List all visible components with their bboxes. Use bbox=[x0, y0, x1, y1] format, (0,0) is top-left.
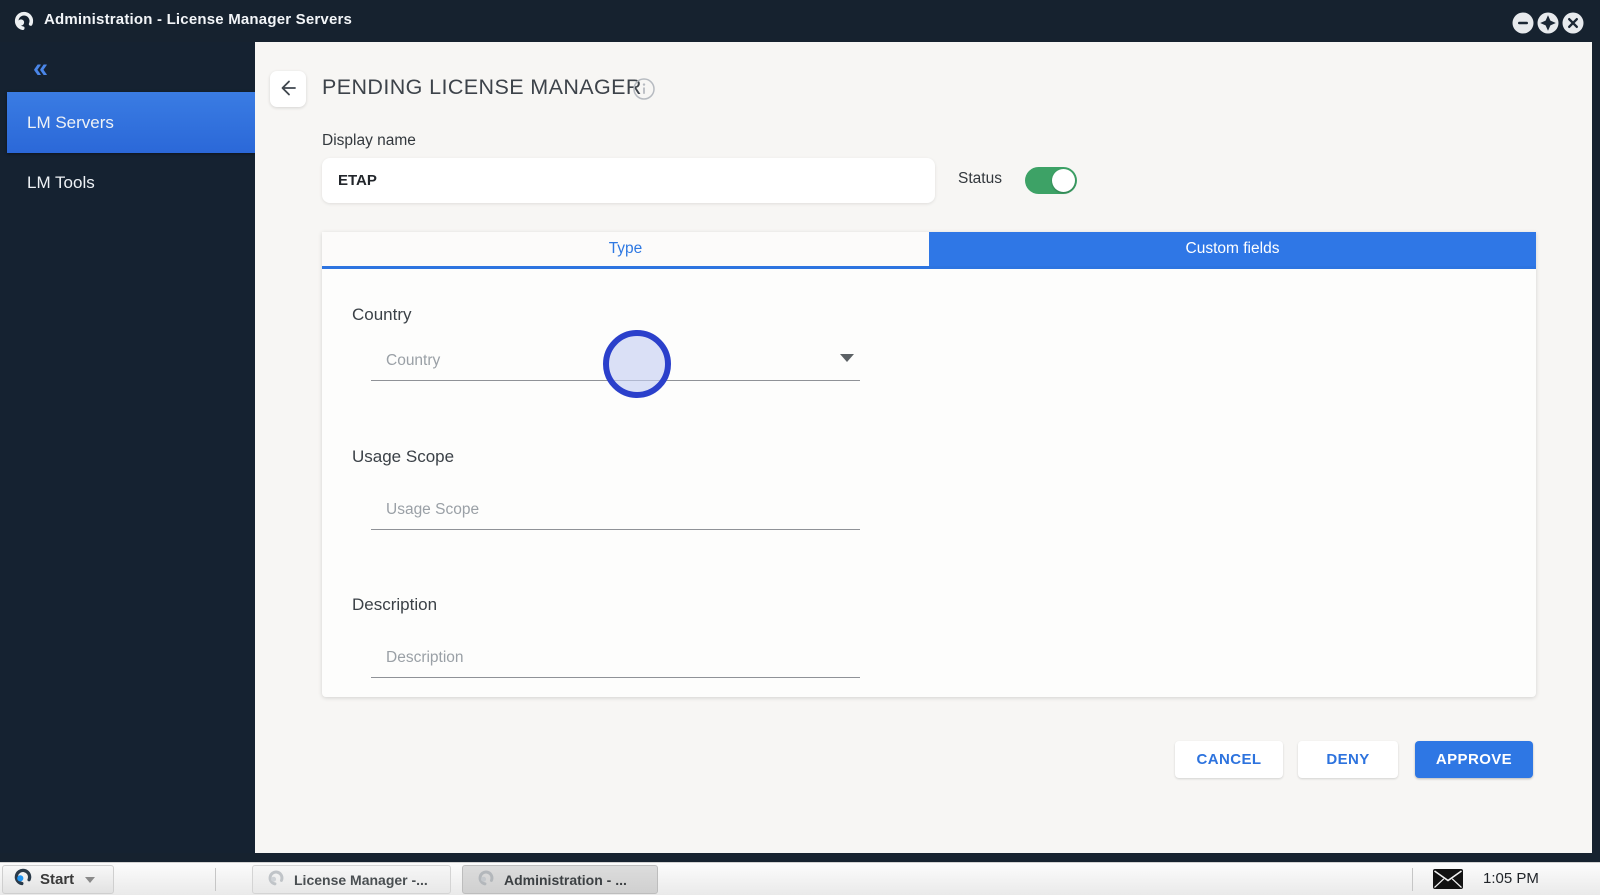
back-button[interactable] bbox=[270, 71, 306, 107]
start-caret-icon bbox=[85, 876, 96, 883]
cancel-button[interactable]: CANCEL bbox=[1175, 741, 1283, 778]
app-logo-icon bbox=[267, 869, 285, 890]
titlebar: Administration - License Manager Servers bbox=[0, 0, 1600, 42]
display-name-label: Display name bbox=[322, 132, 416, 149]
taskbar-separator bbox=[215, 868, 216, 891]
taskbar-app-administration[interactable]: Administration - ... bbox=[462, 865, 658, 894]
app-logo-icon bbox=[477, 869, 495, 890]
display-name-input[interactable] bbox=[322, 158, 935, 203]
app-logo-icon bbox=[13, 10, 35, 32]
description-input[interactable] bbox=[371, 648, 860, 678]
tab-custom-fields[interactable]: Custom fields bbox=[929, 232, 1536, 266]
maximize-button[interactable] bbox=[1537, 12, 1559, 34]
start-logo-icon bbox=[13, 867, 33, 892]
usage-scope-input[interactable] bbox=[371, 500, 860, 530]
back-arrow-icon bbox=[277, 77, 299, 102]
taskbar-separator bbox=[1412, 868, 1413, 891]
minimize-button[interactable] bbox=[1512, 12, 1534, 34]
start-label: Start bbox=[40, 871, 75, 888]
taskbar-clock: 1:05 PM bbox=[1483, 870, 1539, 887]
chevron-down-icon[interactable] bbox=[840, 354, 854, 362]
deny-button[interactable]: DENY bbox=[1298, 741, 1398, 778]
taskbar-app-label: Administration - ... bbox=[504, 871, 627, 888]
sidebar-item-label: LM Servers bbox=[27, 112, 114, 132]
country-label: Country bbox=[352, 305, 412, 324]
tab-bar: Type Custom fields bbox=[322, 232, 1536, 269]
info-icon[interactable] bbox=[633, 78, 655, 100]
tab-type[interactable]: Type bbox=[322, 232, 929, 266]
custom-fields-card: Type Custom fields Country Usage Scope D… bbox=[322, 232, 1536, 697]
sidebar-item-lm-tools[interactable]: LM Tools bbox=[0, 153, 255, 213]
window-title: Administration - License Manager Servers bbox=[44, 11, 353, 28]
taskbar-app-label: License Manager -... bbox=[294, 871, 428, 888]
screen: Administration - License Manager Servers… bbox=[0, 0, 1600, 895]
start-button[interactable]: Start bbox=[2, 865, 114, 894]
sidebar-item-lm-servers[interactable]: LM Servers bbox=[7, 92, 255, 153]
status-toggle[interactable] bbox=[1025, 167, 1077, 194]
taskbar: Start License Manager -... Administratio… bbox=[0, 862, 1600, 895]
custom-fields-panel: Country Usage Scope Description bbox=[322, 272, 1536, 697]
status-label: Status bbox=[958, 170, 1002, 187]
page-title: PENDING LICENSE MANAGER bbox=[322, 75, 642, 99]
main-content: PENDING LICENSE MANAGER Display name Sta… bbox=[255, 42, 1592, 853]
collapse-sidebar-icon[interactable]: « bbox=[33, 50, 48, 88]
usage-scope-label: Usage Scope bbox=[352, 447, 455, 466]
sidebar: « LM Servers LM Tools bbox=[0, 42, 255, 853]
toggle-knob bbox=[1052, 169, 1075, 192]
approve-button[interactable]: APPROVE bbox=[1415, 741, 1533, 778]
country-select[interactable] bbox=[371, 351, 860, 381]
close-button[interactable] bbox=[1562, 12, 1584, 34]
description-label: Description bbox=[352, 595, 438, 614]
taskbar-app-license-manager[interactable]: License Manager -... bbox=[252, 865, 451, 894]
sidebar-item-label: LM Tools bbox=[27, 173, 95, 192]
mail-icon[interactable] bbox=[1433, 869, 1463, 894]
